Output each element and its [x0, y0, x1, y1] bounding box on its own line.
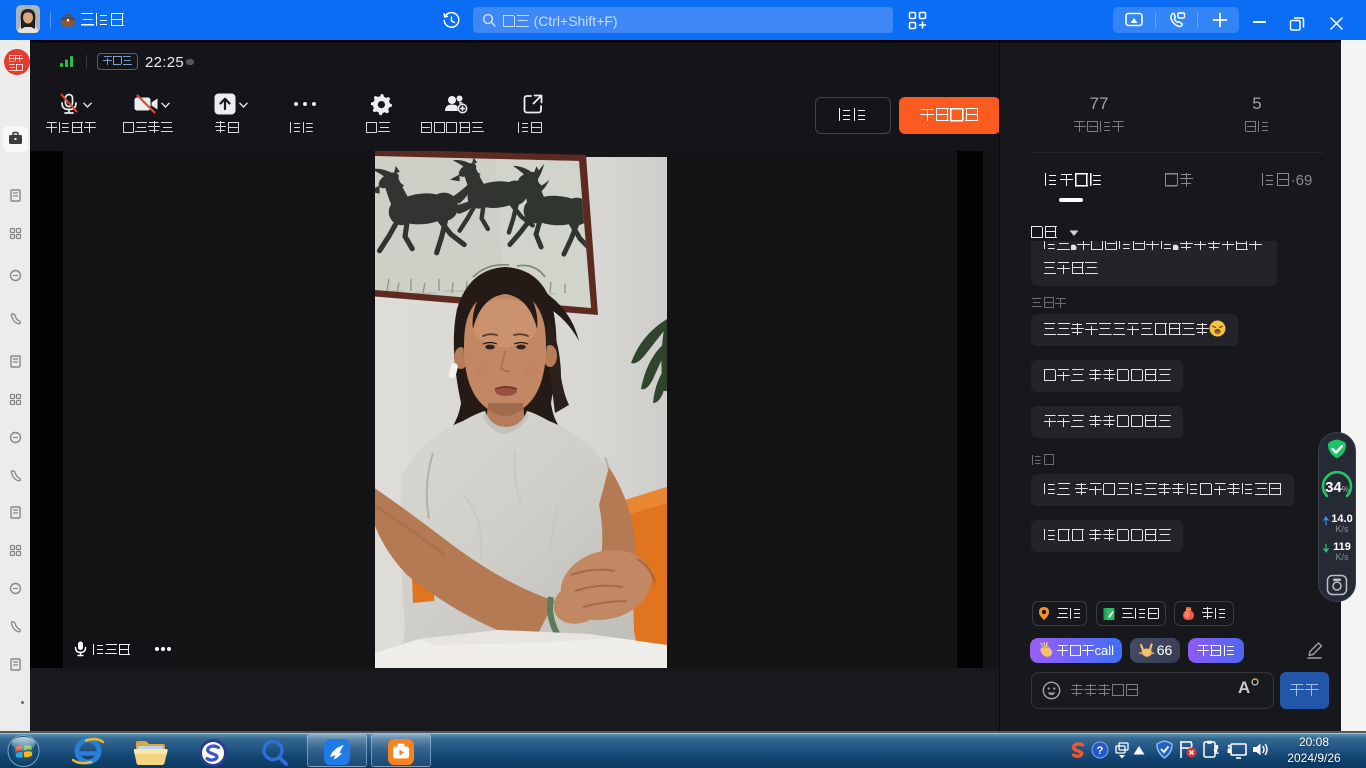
svg-text:?: ?	[1097, 745, 1104, 757]
